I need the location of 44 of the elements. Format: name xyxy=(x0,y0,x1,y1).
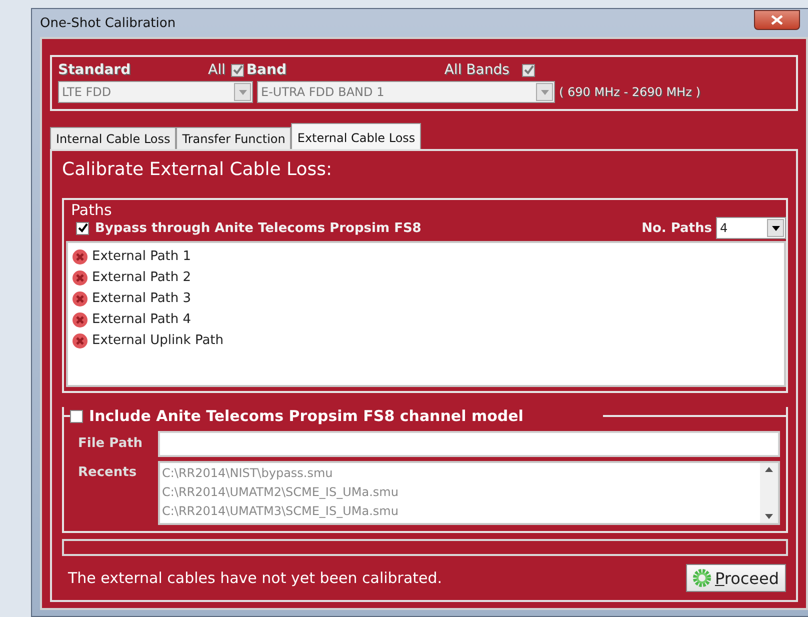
gear-icon xyxy=(692,569,711,587)
checkbox[interactable] xyxy=(522,64,536,76)
scrollbar[interactable] xyxy=(760,463,778,523)
recent-file[interactable]: C:\RR2014\UMATM3\SCME_IS_UMa.smu xyxy=(162,502,758,521)
channel-model-label: Include Anite Telecoms Propsim FS8 channel model xyxy=(89,407,524,425)
bypass-label: Bypass through Anite Telecoms Propsim FS8 xyxy=(95,220,422,236)
path-item[interactable]: External Path 4 xyxy=(72,309,780,330)
path-item[interactable]: External Path 1 xyxy=(72,246,780,267)
all-bands-label: All Bands xyxy=(444,62,510,78)
status-error-icon xyxy=(72,332,88,348)
status-error-icon xyxy=(72,312,88,328)
recent-file[interactable]: C:\RR2014\NIST\bypass.smu xyxy=(162,464,758,483)
status-error-icon xyxy=(72,248,88,264)
status-error-icon xyxy=(72,290,88,306)
close-button[interactable] xyxy=(754,10,800,30)
checkbox[interactable] xyxy=(231,64,244,76)
checkbox[interactable] xyxy=(70,410,83,422)
tab[interactable]: Transfer Function xyxy=(176,127,292,149)
path-item[interactable]: External Uplink Path xyxy=(72,330,780,351)
recents-list[interactable]: C:\RR2014\NIST\bypass.smu C:\RR2014\UMATM2\SCME_IS_UMa.smu C:\RR2014\UMATM3\SCME_IS_UMa.smu xyxy=(158,461,780,525)
file-path-field[interactable] xyxy=(158,431,780,457)
dropdown-arrow-icon[interactable] xyxy=(772,226,780,230)
path-item[interactable]: External Path 2 xyxy=(72,267,780,288)
all-label: All xyxy=(208,62,226,78)
tab[interactable]: External Cable Loss xyxy=(291,123,422,149)
scroll-down-icon[interactable] xyxy=(765,514,773,519)
recents-label: Recents xyxy=(78,465,138,480)
recent-file[interactable]: C:\RR2014\UMATM2\SCME_IS_UMa.smu xyxy=(162,483,758,502)
file-path-label: File Path xyxy=(78,435,144,453)
path-count-label: No. Paths xyxy=(642,220,712,236)
band-label: Band xyxy=(246,62,288,78)
proceed-button[interactable]: Proceed xyxy=(686,564,786,592)
path-count-dropdown[interactable]: 4 xyxy=(716,217,786,239)
scroll-up-icon[interactable] xyxy=(765,467,773,472)
checkbox[interactable] xyxy=(76,222,89,234)
path-item[interactable]: External Path 3 xyxy=(72,288,780,309)
standard-label: Standard xyxy=(58,62,132,78)
frequency-range: ( 690 MHz - 2690 MHz ) xyxy=(559,85,700,99)
window-title: One-Shot Calibration xyxy=(40,16,176,30)
tab[interactable]: Internal Cable Loss xyxy=(50,127,176,149)
section-heading: Calibrate External Cable Loss: xyxy=(62,159,334,180)
close-icon[interactable] xyxy=(771,15,783,25)
status-message: The external cables have not yet been calibrated. xyxy=(68,569,442,587)
status-error-icon xyxy=(72,270,88,286)
